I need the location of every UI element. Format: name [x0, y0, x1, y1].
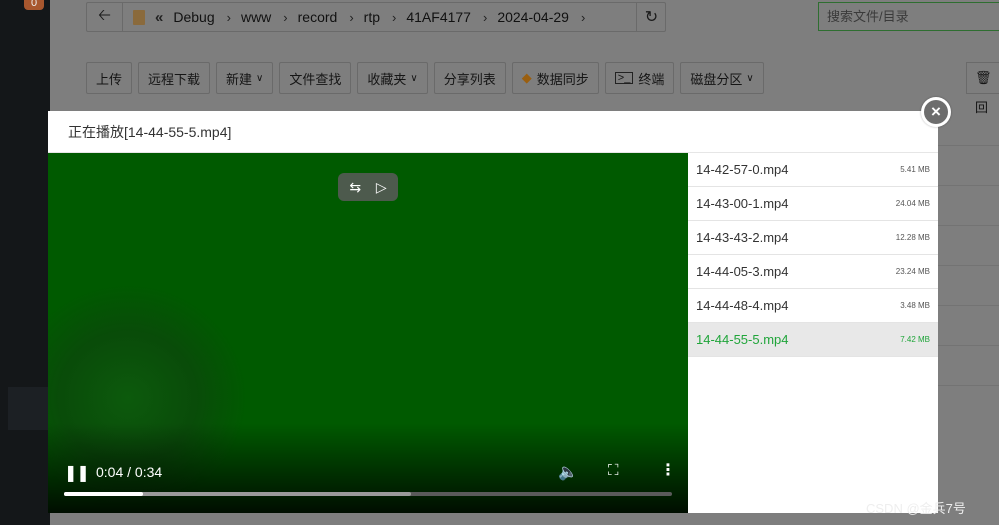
- chevron-down-icon: ∨: [256, 72, 264, 84]
- new-button[interactable]: 新建 ∨: [216, 62, 274, 94]
- time-display: 0:04 / 0:34: [96, 464, 163, 480]
- sidebar: 0: [0, 0, 50, 525]
- breadcrumb-item[interactable]: rtp ›: [364, 9, 397, 25]
- terminal-button[interactable]: >_ 终端: [604, 62, 675, 94]
- playlist-item-size: 5.41 MB: [900, 165, 930, 174]
- favorites-button[interactable]: 收藏夹 ∨: [357, 62, 428, 94]
- progress-played: [64, 492, 144, 496]
- breadcrumb-item[interactable]: Debug ›: [173, 9, 231, 25]
- playlist-item[interactable]: 14-44-05-3.mp4 23.24 MB: [688, 255, 938, 289]
- trash-icon: 🗑: [975, 70, 992, 85]
- upload-button[interactable]: 上传: [86, 62, 133, 94]
- playlist-item[interactable]: 14-42-57-0.mp4 5.41 MB: [688, 153, 938, 187]
- watermark: CSDN @金兵7号: [866, 501, 966, 516]
- playlist-item[interactable]: 14-43-00-1.mp4 24.04 MB: [688, 187, 938, 221]
- data-sync-button[interactable]: ◆ 数据同步: [511, 62, 599, 94]
- close-icon: ×: [924, 100, 948, 124]
- picture-in-picture-icon[interactable]: ▷: [376, 179, 387, 196]
- remote-download-button[interactable]: 远程下载: [138, 62, 211, 94]
- playlist-item[interactable]: 14-43-43-2.mp4 12.28 MB: [688, 221, 938, 255]
- playlist-item-size: 12.28 MB: [895, 233, 930, 242]
- playlist-item-size: 23.24 MB: [895, 267, 930, 276]
- breadcrumb-item[interactable]: 41AF4177 ›: [406, 9, 487, 25]
- playlist-item-name: 14-43-00-1.mp4: [696, 196, 789, 211]
- playlist-item-name: 14-44-05-3.mp4: [696, 264, 789, 279]
- playlist-item-size: 24.04 MB: [895, 199, 930, 208]
- playlist-item-name: 14-43-43-2.mp4: [696, 230, 789, 245]
- search-input[interactable]: 搜索文件/目录: [818, 2, 999, 31]
- fullscreen-icon[interactable]: ⛶: [608, 462, 619, 479]
- notification-badge[interactable]: 0: [24, 0, 44, 10]
- chevron-down-icon: ∨: [746, 72, 754, 84]
- playlist-item-size: 7.42 MB: [900, 335, 930, 344]
- file-search-button[interactable]: 文件查找: [279, 62, 352, 94]
- modal-title: 正在播放[14-44-55-5.mp4]: [48, 111, 938, 153]
- disk-partition-button[interactable]: 磁盘分区 ∨: [680, 62, 764, 94]
- back-button[interactable]: 🡠: [87, 3, 123, 31]
- refresh-button[interactable]: ↻: [636, 2, 666, 32]
- playlist-item-name: 14-44-55-5.mp4: [696, 332, 789, 347]
- path-bar: 🡠 « Debug › www › record › rtp › 41AF4177 › 2…: [86, 2, 666, 32]
- breadcrumb-item[interactable]: www ›: [241, 9, 288, 25]
- more-options-icon[interactable]: ⋮: [660, 460, 676, 480]
- chevron-down-icon: ∨: [410, 72, 418, 84]
- share-list-button[interactable]: 分享列表: [433, 62, 506, 94]
- playlist-item-size: 3.48 MB: [900, 301, 930, 310]
- trash-button[interactable]: 🗑 回: [966, 62, 999, 115]
- diamond-icon: ◆: [521, 70, 532, 85]
- video-area[interactable]: ⇆ ▷ ❚❚ 0:04 / 0:34 🔈 ⛶ ⋮: [48, 153, 688, 513]
- rotate-screen-icon[interactable]: ⇆: [349, 179, 361, 196]
- pause-icon[interactable]: ❚❚: [64, 463, 90, 483]
- playlist-item-name: 14-44-48-4.mp4: [696, 298, 789, 313]
- playlist-item-name: 14-42-57-0.mp4: [696, 162, 789, 177]
- volume-icon[interactable]: 🔈: [558, 462, 578, 482]
- playlist: 14-42-57-0.mp4 5.41 MB 14-43-00-1.mp4 24.04…: [688, 153, 938, 513]
- sidebar-item-active[interactable]: [8, 387, 50, 430]
- chevrons-left-icon[interactable]: «: [155, 9, 163, 26]
- terminal-icon: >_: [614, 72, 634, 84]
- progress-bar[interactable]: [64, 492, 672, 496]
- video-overlay-buttons: ⇆ ▷: [338, 173, 398, 201]
- video-controls: ❚❚ 0:04 / 0:34 🔈 ⛶ ⋮: [48, 443, 688, 513]
- video-player-modal: 正在播放[14-44-55-5.mp4] ⇆ ▷ ❚❚ 0:04 / 0:34 …: [48, 111, 938, 513]
- folder-icon: [133, 9, 145, 25]
- close-button[interactable]: ×: [921, 97, 951, 127]
- toolbar: 上传 远程下载 新建 ∨ 文件查找 收藏夹 ∨ 分享列表 ◆ 数据同步 >_ 终端 磁盘…: [86, 62, 770, 94]
- breadcrumb-item[interactable]: record ›: [298, 9, 354, 25]
- refresh-icon: ↻: [644, 9, 659, 26]
- breadcrumb-item[interactable]: 2024-04-29 ›: [497, 9, 585, 25]
- arrow-left-icon: 🡠: [98, 6, 111, 24]
- playlist-item[interactable]: 14-44-55-5.mp4 7.42 MB: [688, 323, 938, 357]
- playlist-item[interactable]: 14-44-48-4.mp4 3.48 MB: [688, 289, 938, 323]
